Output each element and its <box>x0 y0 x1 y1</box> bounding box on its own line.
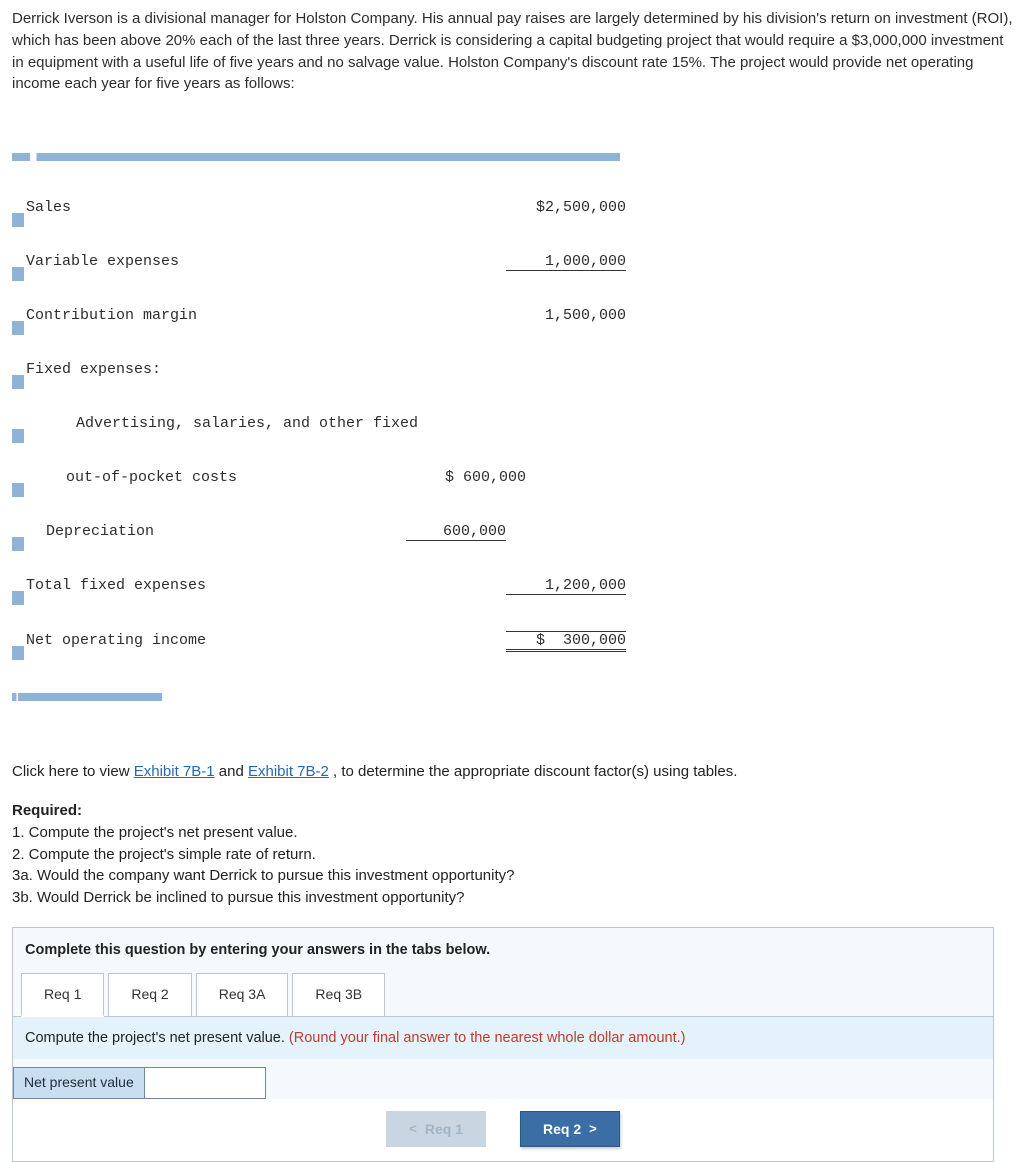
answer-grid: Net present value <box>13 1067 266 1099</box>
value-variable-expenses: 1,000,000 <box>506 253 626 271</box>
chevron-right-icon: > <box>589 1121 597 1136</box>
label-variable-expenses: Variable expenses <box>26 253 386 270</box>
npv-label: Net present value <box>14 1068 144 1098</box>
required-2: 2. Compute the project's simple rate of … <box>12 846 316 863</box>
label-sales: Sales <box>26 199 386 216</box>
label-advertising-line1: Advertising, salaries, and other fixed <box>56 415 436 432</box>
exhibit-7b-2-link[interactable]: Exhibit 7B-2 <box>248 763 329 780</box>
question-hint: (Round your final answer to the nearest … <box>289 1030 686 1046</box>
question-text: Compute the project's net present value. <box>25 1030 289 1046</box>
label-fixed-expenses: Fixed expenses: <box>26 361 386 378</box>
required-3a: 3a. Would the company want Derrick to pu… <box>12 867 514 884</box>
npv-input[interactable] <box>145 1068 265 1098</box>
exhibit-reference: Click here to view Exhibit 7B-1 and Exhi… <box>12 763 1022 780</box>
tab-content: Compute the project's net present value.… <box>13 1016 993 1059</box>
prev-button: < Req 1 <box>386 1111 486 1147</box>
value-depreciation: 600,000 <box>406 523 506 541</box>
label-total-fixed: Total fixed expenses <box>26 577 386 594</box>
chevron-left-icon: < <box>409 1121 417 1136</box>
answer-instructions: Complete this question by entering your … <box>13 928 993 978</box>
value-total-fixed: 1,200,000 <box>506 577 626 595</box>
income-statement-table: Sales $2,500,000 Variable expenses 1,000,0… <box>12 119 1022 739</box>
label-noi: Net operating income <box>26 632 386 649</box>
tab-req-3b[interactable]: Req 3B <box>292 973 385 1017</box>
label-contribution-margin: Contribution margin <box>26 307 386 324</box>
exhibit-7b-1-link[interactable]: Exhibit 7B-1 <box>134 763 215 780</box>
tab-req-3a[interactable]: Req 3A <box>196 973 289 1017</box>
next-button[interactable]: Req 2 > <box>520 1111 620 1147</box>
required-title: Required: <box>12 802 82 819</box>
value-noi: $ 300,000 <box>506 631 626 652</box>
required-3b: 3b. Would Derrick be inclined to pursue … <box>12 889 464 906</box>
label-advertising-line2: out-of-pocket costs <box>26 469 426 486</box>
label-depreciation: Depreciation <box>26 523 406 540</box>
problem-statement: Derrick Iverson is a divisional manager … <box>12 8 1022 95</box>
tab-req-1[interactable]: Req 1 <box>21 973 104 1017</box>
answer-panel: Complete this question by entering your … <box>12 927 994 1162</box>
value-contribution-margin: 1,500,000 <box>506 307 626 324</box>
value-sales: $2,500,000 <box>506 199 626 216</box>
nav-buttons: < Req 1 Req 2 > <box>13 1099 993 1161</box>
required-1: 1. Compute the project's net present val… <box>12 824 298 841</box>
value-advertising: $ 600,000 <box>426 469 526 486</box>
tab-row: Req 1 Req 2 Req 3A Req 3B <box>13 972 993 1016</box>
required-block: Required: 1. Compute the project's net p… <box>12 800 1022 909</box>
tab-req-2[interactable]: Req 2 <box>108 973 191 1017</box>
